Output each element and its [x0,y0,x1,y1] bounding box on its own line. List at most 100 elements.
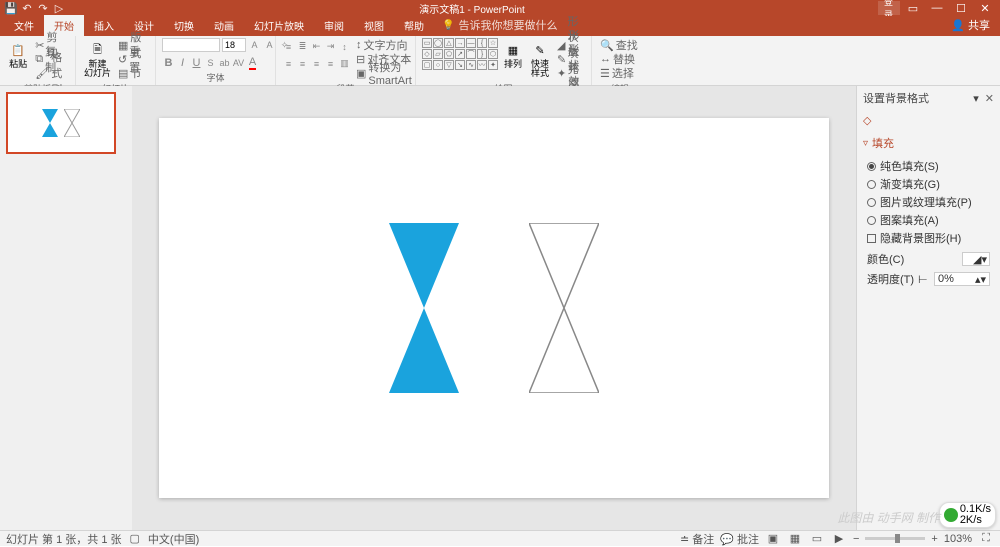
slide-canvas-area[interactable] [132,86,856,530]
save-icon[interactable]: 💾 [4,1,18,15]
picture-fill-option[interactable]: 图片或纹理填充(P) [867,193,990,211]
maximize-icon[interactable]: ☐ [950,1,972,15]
tab-review[interactable]: 审阅 [314,15,354,36]
paste-button[interactable]: 📋 粘贴 [6,38,30,71]
font-family-select[interactable] [162,38,220,52]
ribbon-options-icon[interactable]: ▭ [902,1,924,15]
pattern-fill-option[interactable]: 图案填充(A) [867,211,990,229]
quick-styles-icon: ✎ [530,40,550,60]
start-slideshow-icon[interactable]: ▷ [52,1,66,15]
numbering-icon[interactable]: ≣ [296,40,309,53]
format-painter-button[interactable]: 🖌 格式刷 [33,66,69,80]
hide-bg-label: 隐藏背景图形(H) [880,230,961,246]
paste-label: 粘贴 [9,60,27,69]
align-center-icon[interactable]: ≡ [296,57,309,70]
hourglass-filled-shape[interactable] [389,223,459,393]
minimize-icon[interactable]: ― [926,1,948,15]
hide-bg-option[interactable]: 隐藏背景图形(H) [867,229,990,247]
section-button[interactable]: ▤ 节 [116,66,149,80]
increase-font-icon[interactable]: A [248,39,261,52]
tellme-label: 告诉我你想要做什么 [458,17,557,33]
italic-icon[interactable]: I [176,56,189,69]
section-label: 节 [130,65,141,81]
transparency-input[interactable]: 0%▴▾ [934,272,990,286]
tab-help[interactable]: 帮助 [394,15,434,36]
find-button[interactable]: 🔍 查找 [598,38,640,52]
shape-effects-button[interactable]: ✦ 形状效果 [555,66,585,80]
shapes-gallery[interactable]: ▭◯△→—{☆ ◇▱⬠↗⌒}⬡ ▢○▽↘∿〰✦ [422,38,498,70]
indent-increase-icon[interactable]: ⇥ [324,40,337,53]
align-left-icon[interactable]: ≡ [282,57,295,70]
normal-view-icon[interactable]: ▣ [765,532,781,546]
reset-button[interactable]: ↺ 重置 [116,52,149,66]
tab-file[interactable]: 文件 [4,15,44,36]
reading-view-icon[interactable]: ▭ [809,532,825,546]
tab-view[interactable]: 视图 [354,15,394,36]
pane-options-icon[interactable]: ▾ [973,92,979,105]
tab-insert[interactable]: 插入 [84,15,124,36]
fill-section-header[interactable]: ▿ 填充 [857,131,1000,155]
columns-icon[interactable]: ▥ [338,57,351,70]
arrange-button[interactable]: ▦ 排列 [501,38,525,71]
slideshow-view-icon[interactable]: ▶ [831,532,847,546]
zoom-level[interactable]: 103% [944,533,972,545]
arrange-label: 排列 [504,60,522,69]
network-badge: 0.1K/s 2K/s [939,502,996,528]
zoom-out-icon[interactable]: − [853,533,859,545]
status-dot-icon [944,508,958,522]
select-button[interactable]: ☰ 选择 [598,66,640,80]
redo-icon[interactable]: ↷ [36,1,50,15]
fill-category-icon[interactable]: ◇ [857,110,1000,131]
transparency-slider[interactable]: ⊢ [918,273,930,286]
tellme-input[interactable]: 💡 告诉我你想要做什么 [434,14,565,36]
zoom-slider[interactable] [865,537,925,540]
notes-button[interactable]: ≐ 备注 [680,531,714,547]
replace-button[interactable]: ↔ 替换 [598,52,640,66]
undo-icon[interactable]: ↶ [20,1,34,15]
shadow-icon[interactable]: ab [218,56,231,69]
new-slide-label: 新建 幻灯片 [84,60,111,78]
strike-icon[interactable]: S [204,56,217,69]
comments-label: 批注 [737,534,759,546]
spacing-icon[interactable]: AV [232,56,245,69]
quick-styles-button[interactable]: ✎ 快速样式 [528,38,552,80]
zoom-in-icon[interactable]: + [931,533,937,545]
align-right-icon[interactable]: ≡ [310,57,323,70]
indent-decrease-icon[interactable]: ⇤ [310,40,323,53]
slide-thumbnail-panel[interactable]: 1 [0,86,132,530]
new-slide-button[interactable]: 🗎 新建 幻灯片 [82,38,113,80]
text-direction-button[interactable]: ↕ 文字方向 [354,38,414,52]
tab-transitions[interactable]: 切换 [164,15,204,36]
color-picker-button[interactable]: ◢▾ [962,252,990,266]
pane-close-icon[interactable]: ✕ [985,92,994,105]
share-label: 共享 [968,17,990,33]
login-button[interactable]: 登录 [878,1,900,15]
line-spacing-icon[interactable]: ↕ [338,40,351,53]
spinner-icon[interactable]: ▴▾ [975,273,986,286]
underline-icon[interactable]: U [190,56,203,69]
tab-animations[interactable]: 动画 [204,15,244,36]
picture-fill-label: 图片或纹理填充(P) [880,194,972,210]
tab-slideshow[interactable]: 幻灯片放映 [244,15,314,36]
bold-icon[interactable]: B [162,56,175,69]
comments-button[interactable]: 💬 批注 [720,531,759,547]
slide-thumbnail-1[interactable] [6,92,116,154]
justify-icon[interactable]: ≡ [324,57,337,70]
decrease-font-icon[interactable]: A [263,39,276,52]
fill-section-label: 填充 [872,135,894,151]
bullets-icon[interactable]: ≡ [282,40,295,53]
font-size-select[interactable]: 18 [222,38,246,52]
close-icon[interactable]: ✕ [974,1,996,15]
solid-fill-option[interactable]: 纯色填充(S) [867,157,990,175]
hourglass-outline-shape[interactable] [529,223,599,393]
share-button[interactable]: 👤 共享 [941,14,1000,36]
sorter-view-icon[interactable]: ▦ [787,532,803,546]
quick-styles-label: 快速样式 [530,60,550,78]
font-color-icon[interactable]: A [246,56,259,69]
smartart-button[interactable]: ▣ 转换为 SmartArt [354,66,414,80]
language-label[interactable]: 中文(中国) [148,531,199,547]
spellcheck-icon[interactable]: ▢ [130,532,140,545]
fit-window-icon[interactable]: ⛶ [978,532,994,546]
arrange-icon: ▦ [503,40,523,60]
gradient-fill-option[interactable]: 渐变填充(G) [867,175,990,193]
